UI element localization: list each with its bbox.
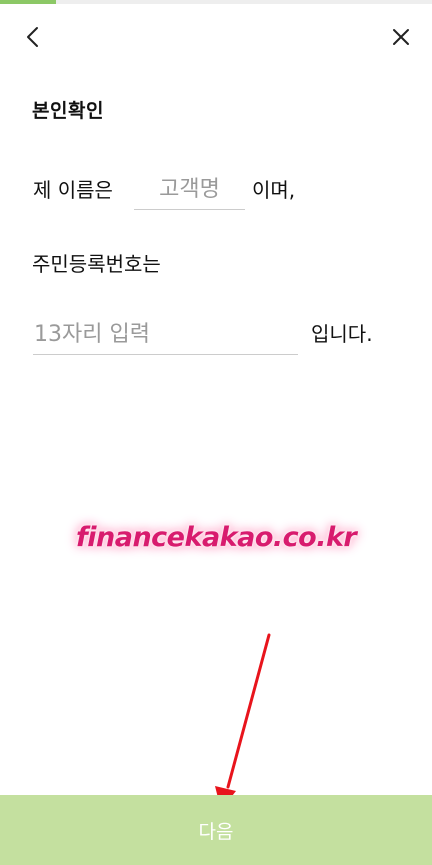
page-title: 본인확인 xyxy=(32,100,104,122)
close-button[interactable] xyxy=(386,22,416,52)
progress-bar-fill xyxy=(0,0,57,4)
name-suffix-text: 이며, xyxy=(252,178,296,202)
customer-name-input[interactable] xyxy=(134,170,245,210)
rrn-suffix-text: 입니다. xyxy=(311,322,373,346)
rrn-label: 주민등록번호는 xyxy=(32,252,161,276)
progress-bar xyxy=(0,0,432,4)
chevron-left-icon xyxy=(27,27,38,47)
annotation-arrow-icon xyxy=(215,633,271,810)
next-button[interactable]: 다음 xyxy=(0,795,432,865)
close-icon xyxy=(393,29,409,45)
name-prefix-text: 제 이름은 xyxy=(33,178,113,202)
back-button[interactable] xyxy=(18,22,48,52)
watermark-text: financekakao.co.kr xyxy=(76,522,357,553)
resident-number-input[interactable] xyxy=(33,314,298,355)
